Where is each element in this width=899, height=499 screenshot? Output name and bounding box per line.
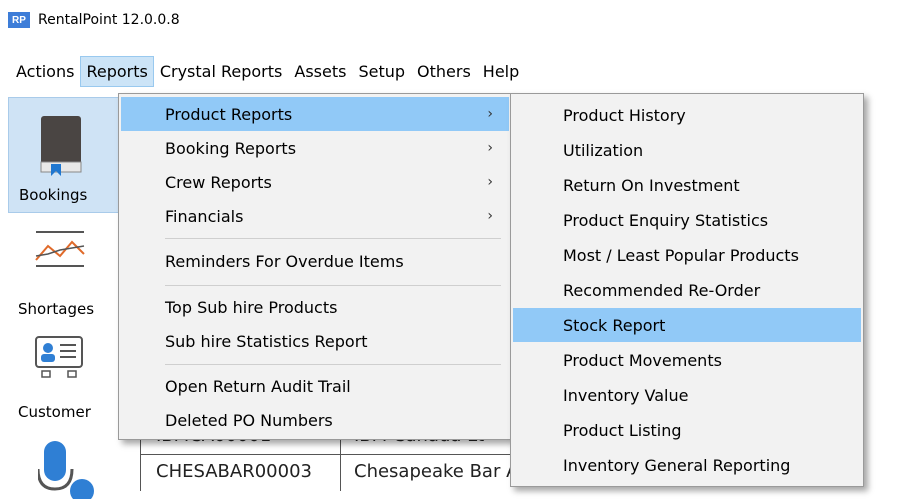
grid-cell-code: CHESABAR00003 xyxy=(156,461,312,482)
menu-item-label: Stock Report xyxy=(563,315,666,335)
menu-item-most-least-popular[interactable]: Most / Least Popular Products xyxy=(513,238,861,272)
menu-others[interactable]: Others xyxy=(411,56,477,87)
menu-item-deleted-po-numbers[interactable]: Deleted PO Numbers xyxy=(121,403,509,437)
menu-item-reminders-overdue[interactable]: Reminders For Overdue Items xyxy=(121,244,509,278)
book-icon xyxy=(40,116,82,176)
menu-item-crew-reports[interactable]: Crew Reports › xyxy=(121,165,509,199)
contact-card-icon xyxy=(35,336,83,378)
menu-item-label: Most / Least Popular Products xyxy=(563,245,799,265)
menu-item-label: Product History xyxy=(563,105,686,125)
app-logo-icon: RP xyxy=(8,12,30,28)
menu-item-label: Product Listing xyxy=(563,420,682,440)
window-title: RentalPoint 12.0.0.8 xyxy=(38,12,180,28)
sidebar-item-label: Bookings xyxy=(19,186,88,204)
sidebar-item-label: Shortages xyxy=(18,300,95,318)
reports-menu: Product Reports › Booking Reports › Crew… xyxy=(118,93,512,440)
menu-item-label: Top Sub hire Products xyxy=(165,297,338,317)
menu-item-label: Reminders For Overdue Items xyxy=(165,251,404,271)
chart-icon xyxy=(35,231,85,267)
menu-item-open-return-audit[interactable]: Open Return Audit Trail xyxy=(121,369,509,403)
menu-item-product-listing[interactable]: Product Listing xyxy=(513,413,861,447)
menu-item-product-enquiry-statistics[interactable]: Product Enquiry Statistics xyxy=(513,203,861,237)
menu-item-product-movements[interactable]: Product Movements xyxy=(513,343,861,377)
menu-item-top-subhire-products[interactable]: Top Sub hire Products xyxy=(121,290,509,324)
menu-item-label: Crew Reports xyxy=(165,172,272,192)
menu-item-label: Financials xyxy=(165,206,244,226)
menu-item-label: Inventory General Reporting xyxy=(563,455,791,475)
menu-item-label: Product Reports xyxy=(165,104,293,124)
menu-separator xyxy=(165,238,501,239)
menu-separator xyxy=(165,364,501,365)
menu-setup[interactable]: Setup xyxy=(352,56,411,87)
menu-item-financials[interactable]: Financials › xyxy=(121,199,509,233)
sidebar-item-label: Customer xyxy=(18,403,91,421)
menu-item-label: Return On Investment xyxy=(563,175,740,195)
product-reports-submenu: Product History Utilization Return On In… xyxy=(510,93,864,487)
title-bar: RP RentalPoint 12.0.0.8 xyxy=(0,0,899,40)
sidebar-item-voice[interactable] xyxy=(8,435,138,499)
menu-item-label: Product Movements xyxy=(563,350,722,370)
chevron-right-icon: › xyxy=(487,140,493,156)
chevron-right-icon: › xyxy=(487,208,493,224)
chevron-right-icon: › xyxy=(487,106,493,122)
menu-crystal-reports[interactable]: Crystal Reports xyxy=(154,56,289,87)
menu-item-label: Open Return Audit Trail xyxy=(165,376,351,396)
menu-item-label: Sub hire Statistics Report xyxy=(165,331,368,351)
microphone-icon xyxy=(38,441,94,499)
menu-item-label: Inventory Value xyxy=(563,385,689,405)
menu-item-return-on-investment[interactable]: Return On Investment xyxy=(513,168,861,202)
menu-item-recommended-reorder[interactable]: Recommended Re-Order xyxy=(513,273,861,307)
menu-item-inventory-value[interactable]: Inventory Value xyxy=(513,378,861,412)
menu-item-stock-report[interactable]: Stock Report xyxy=(513,308,861,342)
menu-item-label: Deleted PO Numbers xyxy=(165,410,333,430)
menu-item-utilization[interactable]: Utilization xyxy=(513,133,861,167)
grid-separator xyxy=(140,455,141,491)
chevron-right-icon: › xyxy=(487,174,493,190)
menu-item-inventory-general-reporting[interactable]: Inventory General Reporting xyxy=(513,448,861,482)
menu-help[interactable]: Help xyxy=(477,56,525,87)
menu-item-product-history[interactable]: Product History xyxy=(513,98,861,132)
menu-item-label: Booking Reports xyxy=(165,138,297,158)
menu-item-label: Utilization xyxy=(563,140,644,160)
menu-item-label: Product Enquiry Statistics xyxy=(563,210,769,230)
menu-item-subhire-statistics[interactable]: Sub hire Statistics Report xyxy=(121,324,509,358)
menu-item-booking-reports[interactable]: Booking Reports › xyxy=(121,131,509,165)
menu-separator xyxy=(165,285,501,286)
menu-reports[interactable]: Reports xyxy=(80,55,154,87)
menu-bar: Actions Reports Crystal Reports Assets S… xyxy=(0,53,899,89)
menu-item-label: Recommended Re-Order xyxy=(563,280,761,300)
menu-item-product-reports[interactable]: Product Reports › xyxy=(121,97,509,131)
grid-separator xyxy=(340,455,341,491)
menu-assets[interactable]: Assets xyxy=(288,56,352,87)
menu-actions[interactable]: Actions xyxy=(10,56,80,87)
